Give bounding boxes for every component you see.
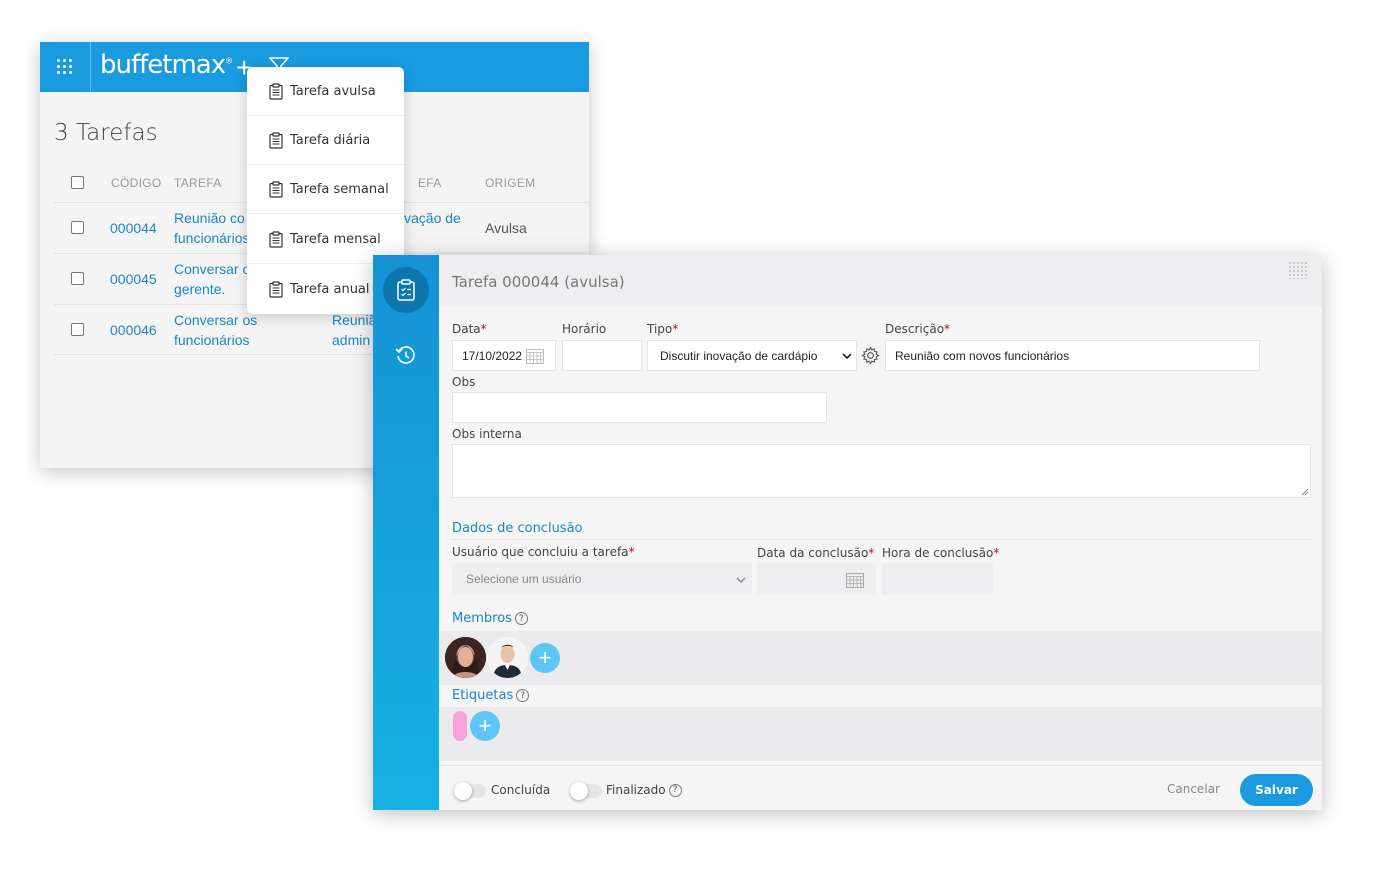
obs-interna-textarea[interactable] xyxy=(452,444,1311,498)
conclusion-time-input[interactable] xyxy=(882,563,993,595)
resize-handle-icon[interactable] xyxy=(1301,488,1309,496)
section-divider xyxy=(452,539,1310,540)
sidebar-item-task[interactable] xyxy=(383,267,429,313)
data-label: Data* xyxy=(452,322,487,336)
members-title: Membros xyxy=(452,611,512,626)
form-header: Tarefa 000044 (avulsa) xyxy=(439,255,1322,307)
menu-item-tarefa-diaria[interactable]: Tarefa diária xyxy=(247,116,404,165)
row-checkbox[interactable] xyxy=(71,272,84,285)
obs-input[interactable] xyxy=(452,392,827,423)
conclusion-date-input[interactable] xyxy=(757,563,876,595)
col-header-codigo[interactable]: CÓDIGO xyxy=(111,176,161,190)
topbar-divider xyxy=(90,42,91,92)
conclusion-date-label: Data da conclusão* xyxy=(757,546,875,560)
descricao-value: Reunião com novos funcionários xyxy=(895,348,1070,363)
finalizado-label-group: Finalizado ? xyxy=(606,783,682,797)
row-checkbox[interactable] xyxy=(71,323,84,336)
members-strip xyxy=(439,631,1322,685)
tags-title: Etiquetas xyxy=(452,688,514,703)
clipboard-icon xyxy=(269,82,283,100)
row-code[interactable]: 000044 xyxy=(110,218,157,238)
apps-grid-icon[interactable] xyxy=(57,59,73,75)
save-button[interactable]: Salvar xyxy=(1240,774,1313,806)
add-tag-button[interactable]: + xyxy=(470,711,500,741)
obs-interna-label: Obs interna xyxy=(452,427,522,441)
chevron-down-icon xyxy=(736,577,746,583)
col-header-origem[interactable]: ORIGEM xyxy=(485,176,535,190)
data-value: 17/10/2022 xyxy=(462,348,523,363)
col-header-tarefa[interactable]: TAREFA xyxy=(174,176,222,190)
clipboard-check-icon xyxy=(397,279,415,301)
select-all-checkbox[interactable] xyxy=(71,176,84,189)
avatar[interactable] xyxy=(487,637,528,678)
horario-input[interactable] xyxy=(562,340,642,371)
finalizado-toggle[interactable] xyxy=(570,782,602,800)
row-task-line1[interactable]: Reunião co xyxy=(174,208,245,228)
clipboard-icon xyxy=(269,180,283,198)
gear-icon[interactable] xyxy=(861,346,880,365)
tags-strip xyxy=(439,707,1322,761)
descricao-label: Descrição* xyxy=(885,322,951,336)
finalizado-label: Finalizado xyxy=(606,783,666,797)
tags-section-title: Etiquetas ? xyxy=(452,688,530,703)
row-checkbox[interactable] xyxy=(71,221,84,234)
menu-item-tarefa-avulsa[interactable]: Tarefa avulsa xyxy=(247,67,404,116)
tipo-value: Discutir inovação de cardápio xyxy=(660,348,818,363)
obs-label: Obs xyxy=(452,375,476,389)
drag-handle-icon[interactable] xyxy=(1288,261,1308,279)
user-placeholder: Selecione um usuário xyxy=(466,572,582,586)
concluida-label: Concluída xyxy=(491,783,551,797)
tag-pill[interactable] xyxy=(453,711,467,741)
history-icon[interactable] xyxy=(394,344,418,368)
clipboard-icon xyxy=(269,230,283,248)
form-footer: Concluída Finalizado ? Cancelar Salvar xyxy=(439,765,1322,810)
concluida-toggle[interactable] xyxy=(454,782,486,800)
help-icon[interactable]: ? xyxy=(668,783,682,797)
row-task-line2[interactable]: funcionários xyxy=(174,228,250,248)
logo-mark: ® xyxy=(225,56,234,66)
conclusion-user-label: Usuário que concluiu a tarefa* xyxy=(452,545,635,559)
row-code[interactable]: 000046 xyxy=(110,320,157,340)
page-title: 3 Tarefas xyxy=(54,120,158,146)
menu-item-label: Tarefa semanal xyxy=(290,181,389,197)
add-member-button[interactable]: + xyxy=(530,643,560,673)
help-icon[interactable]: ? xyxy=(514,612,528,625)
clipboard-icon xyxy=(269,131,283,149)
help-icon[interactable]: ? xyxy=(516,689,530,702)
menu-item-label: Tarefa diária xyxy=(290,132,371,148)
form-title: Tarefa 000044 (avulsa) xyxy=(452,273,625,291)
clipboard-icon xyxy=(269,281,283,298)
conclusion-user-select[interactable]: Selecione um usuário xyxy=(452,563,752,595)
logo: buffetmax® xyxy=(100,50,233,80)
descricao-input[interactable]: Reunião com novos funcionários xyxy=(885,340,1260,371)
task-form-window: Tarefa 000044 (avulsa) Data* 17/10/2022 … xyxy=(373,255,1322,810)
tipo-select[interactable]: Discutir inovação de cardápio xyxy=(647,340,857,371)
tipo-label: Tipo* xyxy=(647,322,679,336)
row-type[interactable]: vação de xyxy=(404,208,461,228)
col-header-tipo[interactable]: EFA xyxy=(418,176,442,190)
row-task-line1[interactable]: Conversar os xyxy=(174,310,257,330)
calendar-icon[interactable] xyxy=(846,572,864,588)
row-origin: Avulsa xyxy=(485,220,527,236)
horario-label: Horário xyxy=(562,322,607,336)
avatar[interactable] xyxy=(445,637,486,678)
calendar-icon[interactable] xyxy=(526,348,544,364)
logo-text: buffetmax xyxy=(100,50,226,80)
form-sidebar xyxy=(373,255,439,810)
row-task-line2[interactable]: funcionários xyxy=(174,330,250,350)
row-type-line2[interactable]: admin xyxy=(332,330,370,350)
row-task-line1[interactable]: Conversar c xyxy=(174,259,249,279)
menu-item-label: Tarefa mensal xyxy=(290,231,381,247)
members-section-title: Membros ? xyxy=(452,611,528,626)
data-input[interactable]: 17/10/2022 xyxy=(452,340,556,371)
cancel-button[interactable]: Cancelar xyxy=(1167,782,1220,796)
chevron-down-icon xyxy=(842,353,852,360)
menu-item-tarefa-semanal[interactable]: Tarefa semanal xyxy=(247,165,404,214)
menu-item-label: Tarefa anual xyxy=(290,282,370,297)
conclusion-time-label: Hora de conclusão* xyxy=(882,546,1000,560)
row-task-line2[interactable]: gerente. xyxy=(174,279,225,299)
conclusion-section-title: Dados de conclusão xyxy=(452,521,583,536)
menu-item-label: Tarefa avulsa xyxy=(290,83,376,99)
row-code[interactable]: 000045 xyxy=(110,269,157,289)
